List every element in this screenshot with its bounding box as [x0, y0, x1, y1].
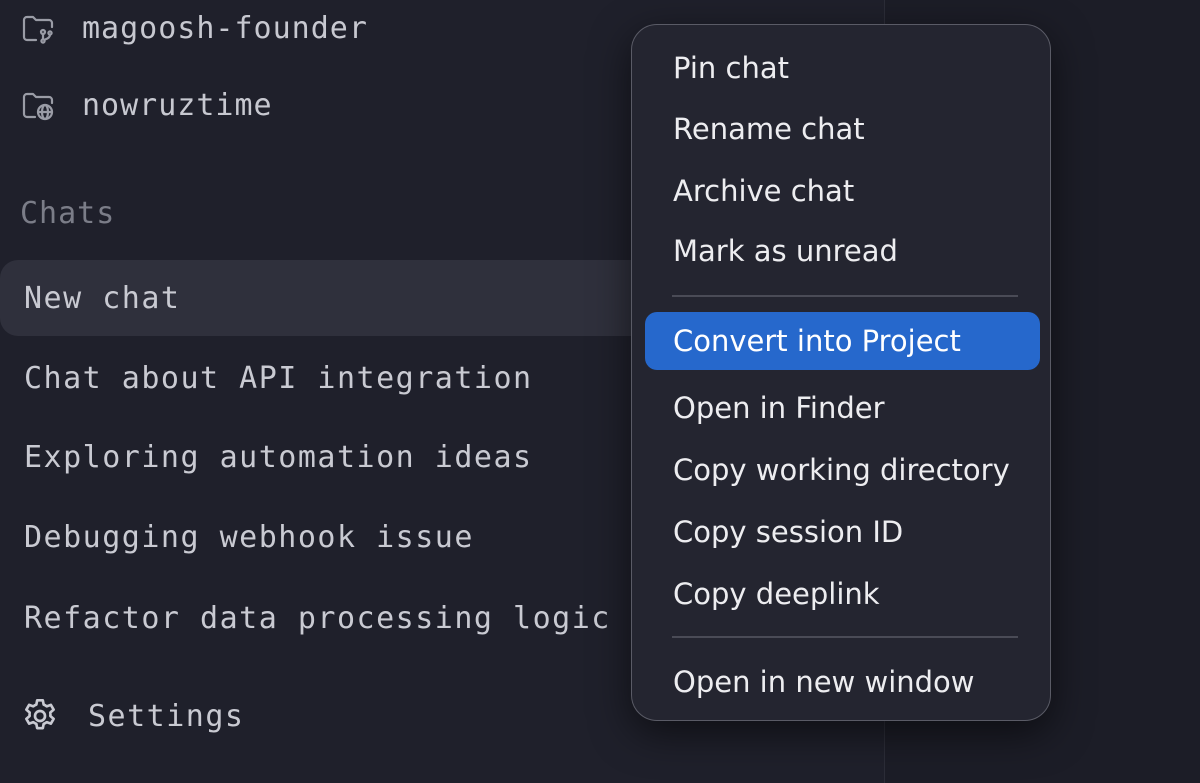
chat-item[interactable]: Debugging webhook issue [0, 499, 700, 575]
project-item-nowruztime[interactable]: nowruztime [20, 85, 273, 125]
folder-git-icon [20, 10, 56, 46]
menu-item-copy-working-directory[interactable]: Copy working directory [645, 441, 1040, 499]
project-item-magoosh-founder[interactable]: magoosh-founder [20, 8, 368, 48]
menu-item-archive-chat[interactable]: Archive chat [645, 162, 1040, 220]
chat-item[interactable]: Refactor data processing logic [0, 580, 700, 656]
menu-item-pin-chat[interactable]: Pin chat [645, 39, 1040, 97]
menu-item-mark-as-unread[interactable]: Mark as unread [645, 222, 1040, 280]
settings-label: Settings [88, 698, 245, 734]
menu-item-rename-chat[interactable]: Rename chat [645, 100, 1040, 158]
chat-item-new-chat[interactable]: New chat [0, 260, 700, 336]
menu-item-copy-session-id[interactable]: Copy session ID [645, 503, 1040, 561]
project-label: magoosh-founder [82, 10, 368, 46]
gear-icon [20, 696, 60, 736]
folder-globe-icon [20, 87, 56, 123]
chat-item[interactable]: Chat about API integration [0, 340, 700, 416]
chat-item[interactable]: Exploring automation ideas [0, 419, 700, 495]
menu-item-convert-into-project[interactable]: Convert into Project [645, 312, 1040, 370]
menu-item-copy-deeplink[interactable]: Copy deeplink [645, 565, 1040, 623]
chats-section-heading: Chats [20, 196, 116, 231]
menu-separator [672, 295, 1018, 297]
menu-item-open-in-new-window[interactable]: Open in new window [645, 653, 1040, 711]
chat-context-menu: Pin chat Rename chat Archive chat Mark a… [631, 24, 1051, 721]
project-label: nowruztime [82, 87, 273, 123]
menu-item-open-in-finder[interactable]: Open in Finder [645, 379, 1040, 437]
menu-separator [672, 636, 1018, 638]
settings-button[interactable]: Settings [20, 692, 245, 740]
